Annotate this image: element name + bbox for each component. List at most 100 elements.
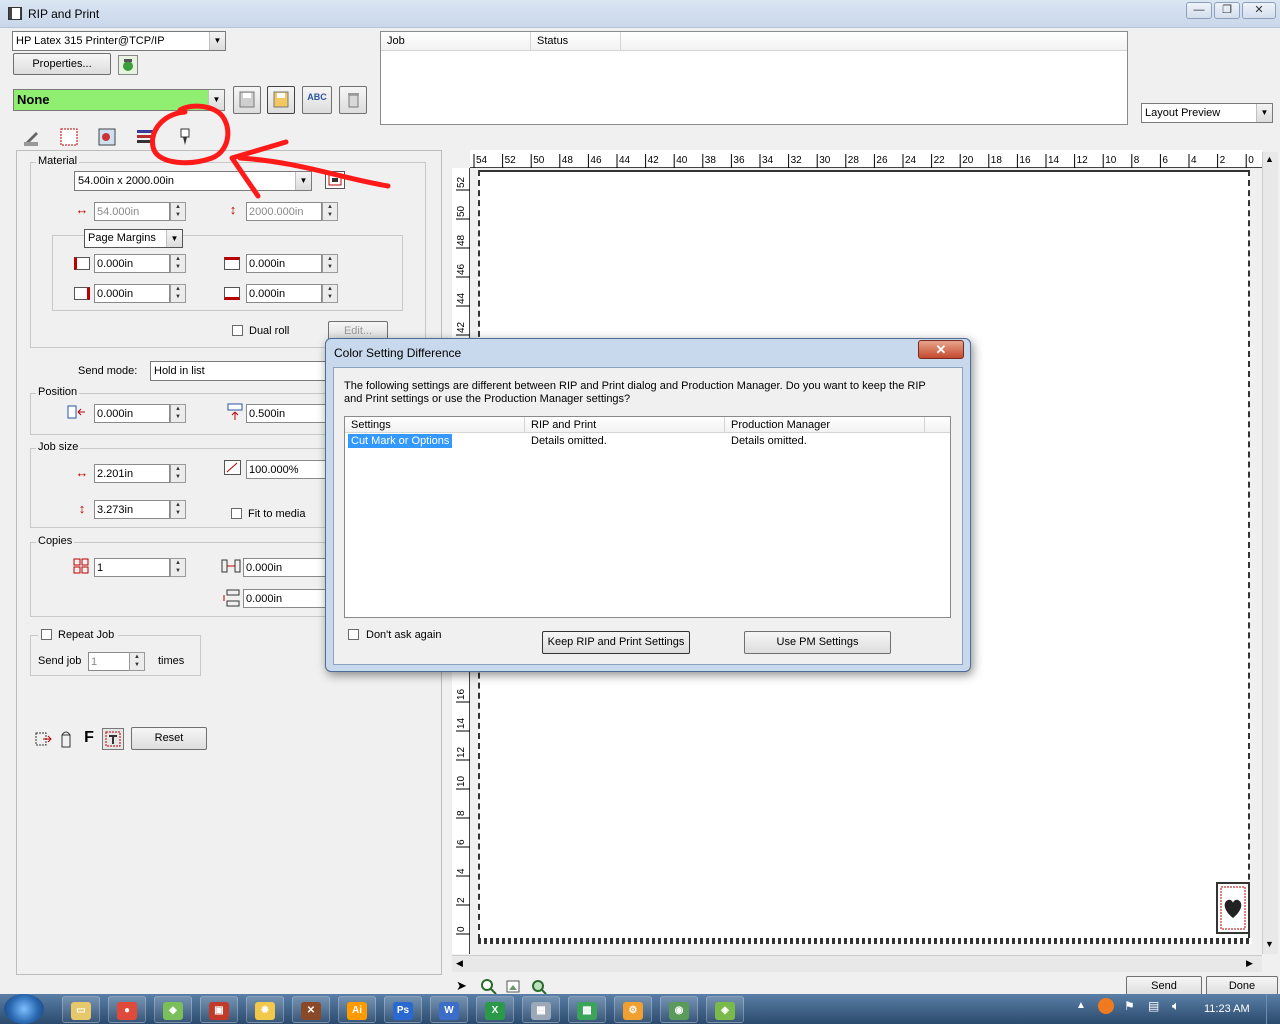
copies-count-field[interactable]: 1 [94,558,170,577]
margin-right-field[interactable]: 0.000in [94,284,170,303]
scroll-up-icon[interactable]: ▲ [1265,154,1274,164]
column-job[interactable]: Job [381,32,531,51]
start-button[interactable] [4,994,44,1024]
taskbar-app-rip[interactable]: ◆ [154,996,192,1023]
use-pm-settings-button[interactable]: Use PM Settings [744,631,891,654]
close-button[interactable]: ✕ [1242,2,1276,19]
position-x-spinner[interactable]: ▲ ▼ [170,404,186,423]
clock[interactable]: 11:23 AM [1204,1003,1250,1015]
taskbar-app-xara[interactable]: ✕ [292,996,330,1023]
repeat-job-label: Repeat Job [58,629,115,641]
margin-bottom-spinner[interactable]: ▲ ▼ [322,284,338,303]
margin-top-field[interactable]: 0.000in [246,254,322,273]
vertical-scrollbar[interactable]: ▲ ▼ [1262,152,1278,954]
job-thumbnail[interactable] [1216,882,1250,934]
scroll-left-icon[interactable]: ◀ [456,958,463,969]
column-production-manager[interactable]: Production Manager [725,417,925,433]
taskbar-app-net[interactable]: ◉ [660,996,698,1023]
taskbar-app-calc[interactable]: ▦ [522,996,560,1023]
dual-roll-checkbox[interactable] [232,325,243,336]
printer-status-icon[interactable] [118,55,138,75]
job-width-spinner[interactable]: ▲ ▼ [170,464,186,483]
ruler-label: 12 [1077,155,1089,166]
tile-icon[interactable] [102,728,124,750]
margin-top-spinner[interactable]: ▲ ▼ [322,254,338,273]
taskbar-app-explorer[interactable]: ▭ [62,996,100,1023]
taskbar-app-flexi[interactable]: ▣ [200,996,238,1023]
taskbar-app-gear[interactable]: ⚙ [614,996,652,1023]
app-icon [8,7,22,20]
printer-select[interactable]: HP Latex 315 Printer@TCP/IP ▼ [12,31,226,51]
page-margins-select[interactable]: Page Margins ▼ [84,229,183,248]
table-row[interactable]: Cut Mark or Options Details omitted. Det… [345,434,950,449]
ruler-label: 50 [456,205,467,217]
tab-layout-icon[interactable] [58,126,80,148]
position-x-field[interactable]: 0.000in [94,404,170,423]
taskbar-app-ps[interactable]: Ps [384,996,422,1023]
copies-count-spinner[interactable]: ▲ ▼ [170,558,186,577]
margin-left-spinner[interactable]: ▲ ▼ [170,254,186,273]
network-icon[interactable]: ▤ [1148,999,1159,1013]
margin-bottom-value: 0.000in [249,288,286,300]
ruler-label: 48 [562,155,574,166]
margin-left-field[interactable]: 0.000in [94,254,170,273]
taskbar-app-ai[interactable]: Ai [338,996,376,1023]
taskbar-app-pm[interactable]: ▩ [568,996,606,1023]
taskbar-app-tool[interactable]: ◈ [706,996,744,1023]
flip-button[interactable]: F [80,728,98,748]
fit-to-media-checkbox[interactable] [231,508,242,519]
ps-icon: Ps [393,1002,413,1020]
ruler-label: 22 [934,155,946,166]
dont-ask-checkbox[interactable] [348,629,359,640]
send-button[interactable]: Send [1126,976,1202,996]
vertical-spacing-field[interactable]: 0.000in [243,589,326,608]
position-y-field[interactable]: 0.500in [246,404,326,423]
scroll-right-icon[interactable]: ▶ [1246,958,1253,969]
taskbar-app-chrome[interactable]: ● [108,996,146,1023]
volume-icon[interactable]: 🔈︎ [1172,998,1180,1014]
send-mode-select[interactable]: Hold in list [150,361,330,381]
properties-button[interactable]: Properties... [13,53,111,75]
differences-list[interactable]: Settings RIP and Print Production Manage… [344,416,951,618]
ruler-label: 20 [962,155,974,166]
column-settings[interactable]: Settings [345,417,525,433]
preview-mode-select[interactable]: Layout Preview ▼ [1141,103,1273,123]
tab-image-icon[interactable] [96,126,118,148]
show-desktop-button[interactable] [1266,994,1280,1024]
scroll-down-icon[interactable]: ▼ [1265,939,1274,949]
job-list[interactable]: Job Status [380,31,1128,125]
times-label: times [158,655,185,667]
job-width-field[interactable]: 2.201in [94,464,170,483]
keep-rip-settings-button[interactable]: Keep RIP and Print Settings [542,631,690,654]
differences-header: Settings RIP and Print Production Manage… [345,417,950,433]
action-center-icon[interactable]: ⚑ [1124,999,1135,1013]
tray-expand-icon[interactable]: ▲ [1076,1000,1086,1011]
ruler-label: 0 [456,926,467,932]
horizontal-scrollbar[interactable]: ◀ ▶ [452,955,1262,972]
maximize-button[interactable]: ❐ [1214,2,1240,19]
dialog-body: The following settings are different bet… [333,367,963,665]
move-job-icon[interactable] [33,729,53,749]
horizontal-spacing-field[interactable]: 0.000in [243,558,326,577]
repeat-job-checkbox[interactable] [41,629,52,640]
job-scale-field[interactable]: 100.000% [246,460,326,479]
taskbar-app-x[interactable]: X [476,996,514,1023]
tab-general-icon[interactable] [20,126,42,148]
tray-app-icon[interactable] [1098,998,1114,1014]
column-status[interactable]: Status [531,32,621,51]
taskbar-app-w[interactable]: W [430,996,468,1023]
minimize-button[interactable]: — [1186,2,1212,19]
dialog-close-button[interactable]: ✕ [918,340,964,359]
job-height-field[interactable]: 3.273in [94,500,170,519]
rotate-job-icon[interactable] [56,729,76,749]
reset-button[interactable]: Reset [131,727,207,750]
ruler-label: 44 [619,155,631,166]
margin-bottom-field[interactable]: 0.000in [246,284,322,303]
taskbar-app-sun[interactable]: ✹ [246,996,284,1023]
job-height-spinner[interactable]: ▲ ▼ [170,500,186,519]
margin-right-spinner[interactable]: ▲ ▼ [170,284,186,303]
dialog-message: The following settings are different bet… [344,380,926,405]
horizontal-spacing-icon [221,558,241,574]
done-button[interactable]: Done [1206,976,1278,996]
column-rip-and-print[interactable]: RIP and Print [525,417,725,433]
